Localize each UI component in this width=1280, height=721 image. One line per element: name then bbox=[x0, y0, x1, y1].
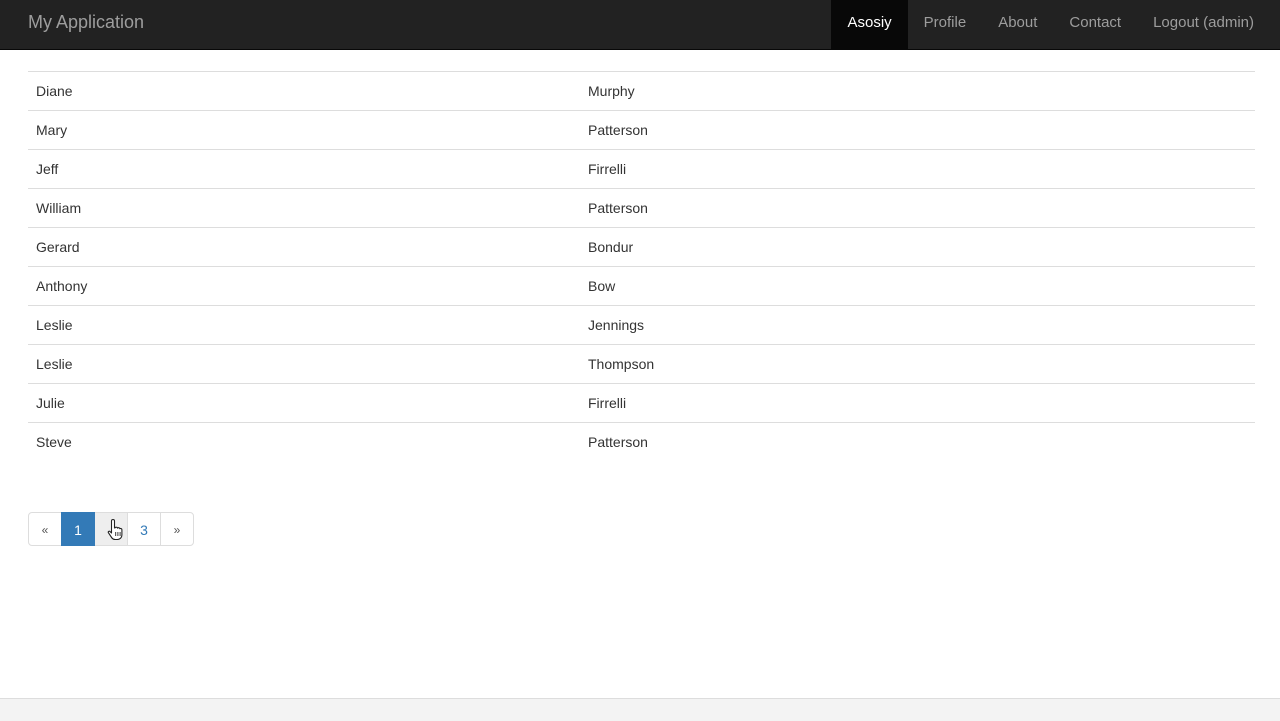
last-name-cell: Patterson bbox=[580, 422, 1255, 462]
first-name-cell: Mary bbox=[28, 110, 580, 150]
nav-item-logout[interactable]: Logout (admin) bbox=[1137, 0, 1270, 49]
first-name-cell: Leslie bbox=[28, 344, 580, 384]
first-name-cell: Steve bbox=[28, 422, 580, 462]
pagination-prev[interactable]: « bbox=[28, 512, 62, 546]
table-row: Leslie Jennings bbox=[28, 305, 1255, 345]
last-name-cell: Thompson bbox=[580, 344, 1255, 384]
last-name-cell: Jennings bbox=[580, 305, 1255, 345]
last-name-cell: Bondur bbox=[580, 227, 1255, 267]
page-3-link[interactable]: 3 bbox=[127, 512, 161, 546]
table-row: Anthony Bow bbox=[28, 266, 1255, 306]
main-nav: Asosiy Profile About Contact Logout (adm… bbox=[831, 0, 1270, 49]
last-name-cell: Patterson bbox=[580, 188, 1255, 228]
nav-item-contact[interactable]: Contact bbox=[1053, 0, 1137, 49]
last-name-cell: Patterson bbox=[580, 110, 1255, 150]
first-name-cell: Gerard bbox=[28, 227, 580, 267]
app-brand[interactable]: My Application bbox=[28, 0, 144, 50]
first-name-cell: William bbox=[28, 188, 580, 228]
table-row: Steve Patterson bbox=[28, 422, 1255, 462]
page-1-link[interactable]: 1 bbox=[61, 512, 95, 546]
first-name-cell: Leslie bbox=[28, 305, 580, 345]
last-name-cell: Firrelli bbox=[580, 149, 1255, 189]
table-row: Leslie Thompson bbox=[28, 344, 1255, 384]
table-row: Jeff Firrelli bbox=[28, 149, 1255, 189]
table-row: William Patterson bbox=[28, 188, 1255, 228]
first-name-cell: Julie bbox=[28, 383, 580, 423]
hand-pointer-cursor-icon bbox=[107, 518, 123, 540]
nav-item-about[interactable]: About bbox=[982, 0, 1053, 49]
first-name-cell: Jeff bbox=[28, 149, 580, 189]
table-row: Julie Firrelli bbox=[28, 383, 1255, 423]
table-row: Mary Patterson bbox=[28, 110, 1255, 150]
table-row: Diane Murphy bbox=[28, 71, 1255, 111]
first-name-cell: Anthony bbox=[28, 266, 580, 306]
last-name-cell: Firrelli bbox=[580, 383, 1255, 423]
bottom-toolbar bbox=[0, 698, 1280, 721]
employees-table: Diane Murphy Mary Patterson Jeff Firrell… bbox=[28, 71, 1255, 462]
first-name-cell: Diane bbox=[28, 71, 580, 111]
pagination-next[interactable]: » bbox=[160, 512, 194, 546]
table-row: Gerard Bondur bbox=[28, 227, 1255, 267]
top-navbar: My Application Asosiy Profile About Cont… bbox=[0, 0, 1280, 50]
nav-item-asosiy[interactable]: Asosiy bbox=[831, 0, 908, 49]
last-name-cell: Murphy bbox=[580, 71, 1255, 111]
last-name-cell: Bow bbox=[580, 266, 1255, 306]
nav-item-profile[interactable]: Profile bbox=[908, 0, 983, 49]
